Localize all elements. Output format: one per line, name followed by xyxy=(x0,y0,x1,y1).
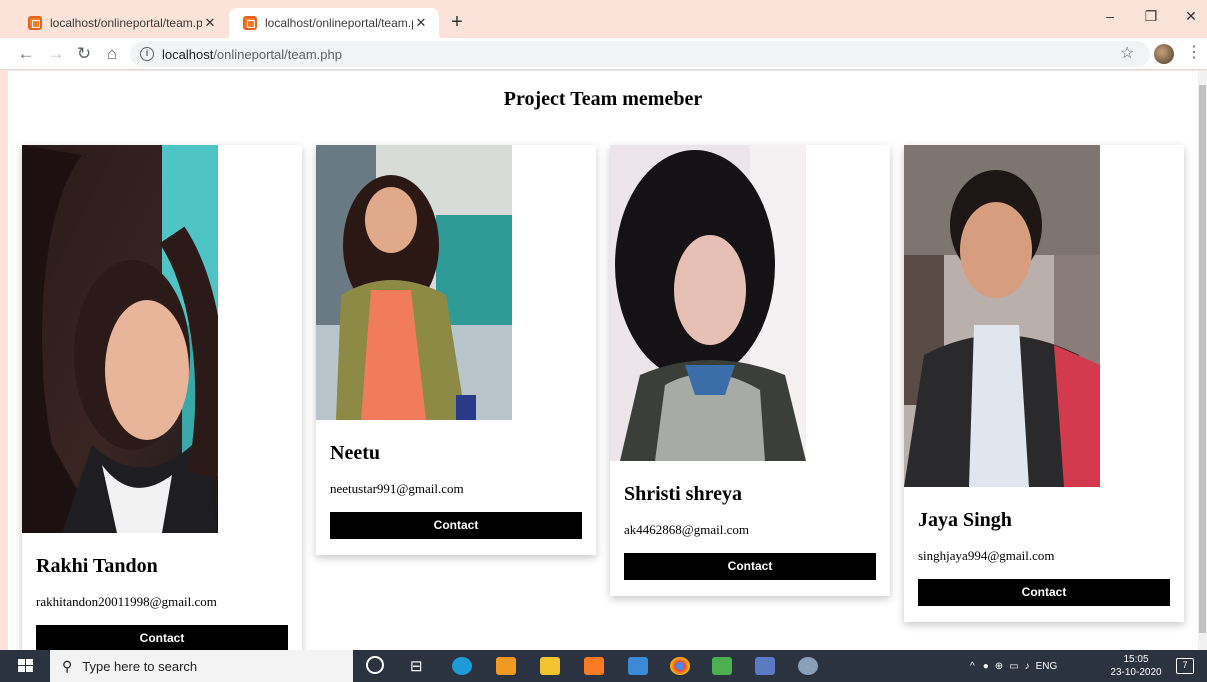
card-body: Jaya Singh singhjaya994@gmail.com Contac… xyxy=(918,509,1170,606)
forward-arrow-icon[interactable]: → xyxy=(44,42,68,66)
minimize-icon[interactable]: – xyxy=(1095,8,1125,24)
windows-start-icon[interactable] xyxy=(18,659,34,673)
address-bar[interactable]: i localhost/onlineportal/team.php xyxy=(130,41,1150,67)
back-arrow-icon[interactable]: ← xyxy=(14,42,38,66)
kebab-menu-icon[interactable]: ⋮ xyxy=(1186,42,1202,62)
card-body: Rakhi Tandon rakhitandon20011998@gmail.c… xyxy=(36,555,288,650)
card-body: Neetu neetustar991@gmail.com Contact xyxy=(330,442,582,539)
scrollbar-thumb[interactable] xyxy=(1199,85,1206,633)
member-photo xyxy=(22,145,218,533)
notification-center-icon[interactable]: 7 xyxy=(1176,658,1194,674)
member-photo-image xyxy=(316,145,512,420)
xampp-icon[interactable] xyxy=(584,657,604,675)
member-name: Shristi shreya xyxy=(624,483,742,505)
contact-button[interactable]: Contact xyxy=(330,512,582,539)
new-tab-plus-icon[interactable]: + xyxy=(447,10,467,34)
restore-icon[interactable]: ❐ xyxy=(1136,8,1166,25)
battery-icon[interactable]: ▭ xyxy=(1009,661,1018,672)
volume-icon[interactable]: ♪ xyxy=(1025,661,1030,672)
globe-icon[interactable]: ⊕ xyxy=(995,661,1003,672)
address-host: localhost xyxy=(162,46,214,62)
file-explorer-icon[interactable] xyxy=(540,657,560,675)
search-placeholder: Type here to search xyxy=(82,658,198,674)
xampp-favicon-icon xyxy=(28,16,42,30)
tab-team-2[interactable]: localhost/onlineportal/team.php ✕ xyxy=(229,8,439,38)
info-icon[interactable]: i xyxy=(140,47,154,61)
bookmark-star-icon[interactable]: ☆ xyxy=(1120,43,1134,63)
vertical-scrollbar[interactable] xyxy=(1198,71,1207,650)
member-photo-image xyxy=(610,145,806,461)
member-photo xyxy=(610,145,806,461)
card-body: Shristi shreya ak4462868@gmail.com Conta… xyxy=(624,483,876,580)
app-icon[interactable] xyxy=(628,657,648,675)
home-icon[interactable]: ⌂ xyxy=(100,42,124,66)
page-title: Project Team memeber xyxy=(503,88,703,110)
contact-button[interactable]: Contact xyxy=(918,579,1170,606)
edge-icon[interactable] xyxy=(452,657,472,675)
notepad-icon[interactable] xyxy=(712,657,732,675)
editor-icon[interactable] xyxy=(755,657,775,675)
clock-time: 15:05 xyxy=(1123,654,1149,665)
profile-avatar-icon[interactable] xyxy=(1154,44,1174,64)
team-member-card: Jaya Singh singhjaya994@gmail.com Contac… xyxy=(904,145,1184,622)
tab-strip: localhost/onlineportal/team.php ✕ localh… xyxy=(0,0,1207,38)
notification-count: 7 xyxy=(1182,660,1188,670)
reload-icon[interactable]: ↻ xyxy=(72,42,96,66)
chevron-up-icon[interactable]: ^ xyxy=(970,661,975,672)
member-email: singhjaya994@gmail.com xyxy=(918,548,1055,563)
member-email: rakhitandon20011998@gmail.com xyxy=(36,594,217,609)
browser-toolbar: ← → ↻ ⌂ i localhost/onlineportal/team.ph… xyxy=(0,38,1207,70)
member-email: ak4462868@gmail.com xyxy=(624,522,749,537)
language-indicator[interactable]: ENG xyxy=(1036,661,1058,672)
network-icon[interactable]: ● xyxy=(983,661,989,672)
address-path: /onlineportal/team.php xyxy=(213,46,342,62)
team-member-card: Shristi shreya ak4462868@gmail.com Conta… xyxy=(610,145,890,596)
tab-close-icon[interactable]: ✕ xyxy=(413,15,429,31)
taskbar-search-box[interactable]: ⚲ Type here to search xyxy=(50,650,353,682)
member-name: Rakhi Tandon xyxy=(36,555,158,577)
xampp-favicon-icon xyxy=(243,16,257,30)
paint-icon[interactable] xyxy=(798,657,818,675)
tab-title: localhost/onlineportal/team.php xyxy=(50,16,202,30)
contact-button[interactable]: Contact xyxy=(624,553,876,580)
taskbar-clock[interactable]: 15:05 23-10-2020 xyxy=(1106,653,1166,679)
tab-close-icon[interactable]: ✕ xyxy=(202,15,218,31)
team-member-card: Neetu neetustar991@gmail.com Contact xyxy=(316,145,596,555)
member-photo xyxy=(904,145,1100,487)
window-close-icon[interactable]: ✕ xyxy=(1176,8,1206,25)
chrome-icon[interactable] xyxy=(670,657,690,675)
clock-date: 23-10-2020 xyxy=(1110,667,1162,678)
tab-team-1[interactable]: localhost/onlineportal/team.php ✕ xyxy=(14,8,228,38)
member-name: Neetu xyxy=(330,442,380,464)
member-photo-image xyxy=(904,145,1100,487)
member-email: neetustar991@gmail.com xyxy=(330,481,464,496)
member-photo-image xyxy=(22,145,218,533)
system-tray: ^ ● ⊕ ▭ ♪ ENG xyxy=(970,650,1057,682)
contact-button[interactable]: Contact xyxy=(36,625,288,650)
cortana-icon[interactable] xyxy=(366,656,384,674)
page-viewport: Project Team memeber Rakhi Tandon rakhit… xyxy=(8,71,1198,650)
member-name: Jaya Singh xyxy=(918,509,1012,531)
sublime-icon[interactable] xyxy=(496,657,516,675)
member-photo xyxy=(316,145,512,420)
team-member-card: Rakhi Tandon rakhitandon20011998@gmail.c… xyxy=(22,145,302,650)
task-view-icon[interactable]: ⊟ xyxy=(410,657,423,675)
search-icon: ⚲ xyxy=(62,657,73,674)
tab-title: localhost/onlineportal/team.php xyxy=(265,16,413,30)
windows-taskbar: ⚲ Type here to search ⊟ ^ ● ⊕ ▭ ♪ ENG 15… xyxy=(0,650,1207,682)
